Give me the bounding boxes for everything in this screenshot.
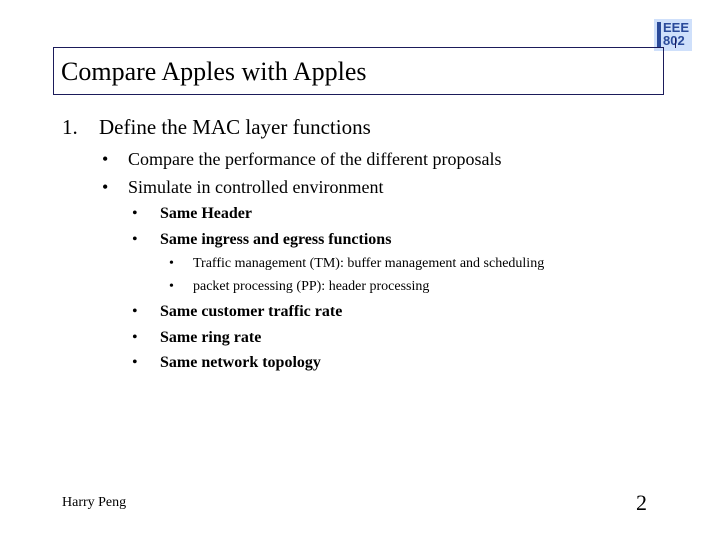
footer-author: Harry Peng [62,495,127,510]
sub-bullet-item: • Same network topology [132,353,321,373]
logo-line2: 802 [663,33,685,48]
slide-title: Compare Apples with Apples [61,57,367,86]
sub-bullet-item: • Same Header [132,204,252,224]
sub-bullet-item: • Same customer traffic rate [132,302,343,322]
outline-heading: Define the MAC layer functions [99,115,371,139]
logo-text: EEE 802 [663,21,689,47]
bullet-icon: • [132,231,138,248]
title-box: Compare Apples with Apples [53,47,664,95]
logo-connector-line [675,38,676,48]
bullet-icon: • [132,303,138,320]
sub-sub-bullet-item: • packet processing (PP): header process… [169,278,430,296]
sub-sub-bullet-text: Traffic management (TM): buffer manageme… [193,256,545,271]
outline-item-1: 1. Define the MAC layer functions [62,114,371,140]
outline-number: 1. [62,115,78,139]
bullet-icon: • [102,149,109,169]
sub-bullet-text: Same ring rate [160,329,262,346]
sub-bullet-text: Same network topology [160,354,321,371]
sub-bullet-text: Same ingress and egress functions [160,231,392,248]
sub-bullet-text: Same Header [160,205,252,222]
page-number: 2 [636,490,647,515]
sub-bullet-text: Same customer traffic rate [160,303,343,320]
bullet-icon: • [132,354,138,371]
bullet-icon: • [132,205,138,222]
sub-bullet-item: • Same ring rate [132,328,262,348]
bullet-icon: • [169,279,174,294]
bullet-text: Simulate in controlled environment [128,177,384,197]
bullet-icon: • [132,329,138,346]
bullet-text: Compare the performance of the different… [128,149,502,169]
bullet-item: • Compare the performance of the differe… [102,148,502,170]
bullet-item: • Simulate in controlled environment [102,176,384,198]
sub-sub-bullet-text: packet processing (PP): header processin… [193,279,430,294]
logo-bar [657,22,661,48]
bullet-icon: • [169,256,174,271]
bullet-icon: • [102,177,109,197]
sub-bullet-item: • Same ingress and egress functions [132,230,392,250]
sub-sub-bullet-item: • Traffic management (TM): buffer manage… [169,255,545,273]
